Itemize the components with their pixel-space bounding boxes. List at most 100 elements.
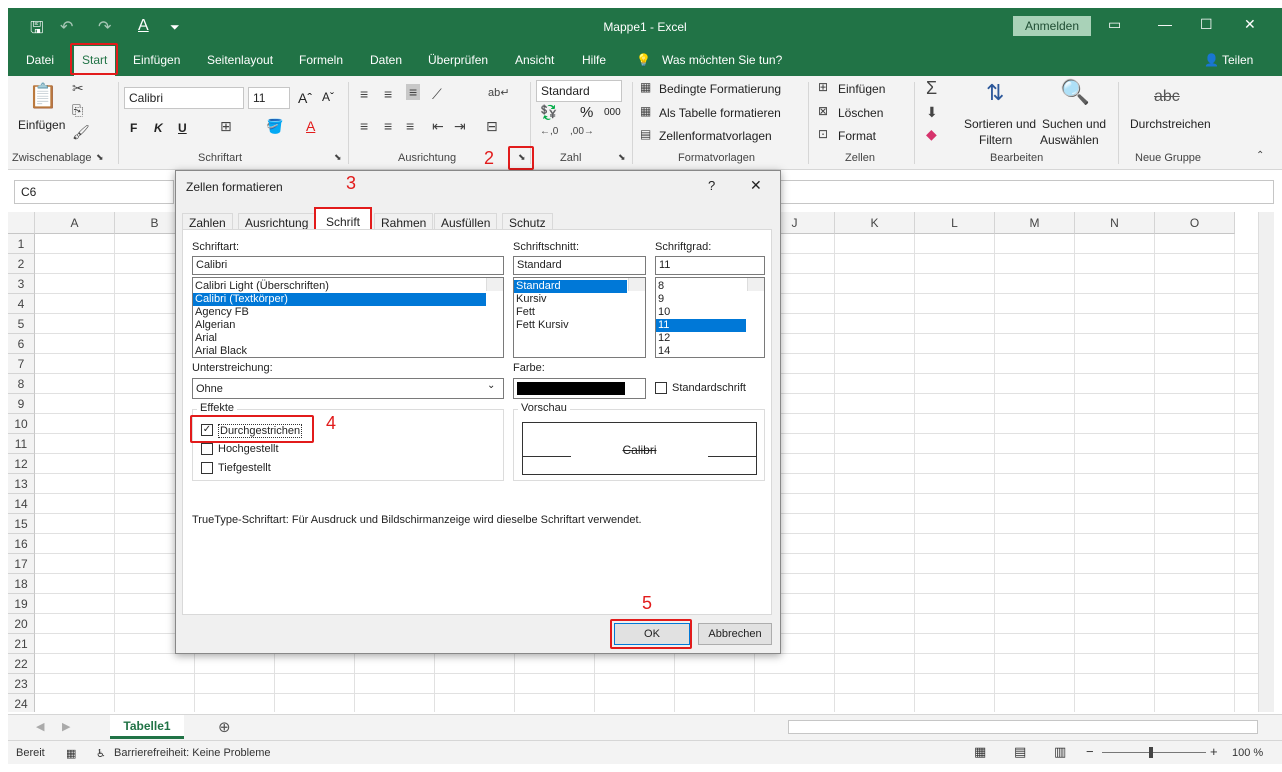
format-as-table-icon[interactable]: ▦ [640,104,651,118]
font-list[interactable]: Calibri Light (Überschriften) Calibri (T… [192,277,504,358]
close-icon[interactable]: ✕ [1244,16,1256,33]
row-header[interactable]: 20 [8,614,35,634]
row-header[interactable]: 4 [8,294,35,314]
row-header[interactable]: 9 [8,394,35,414]
accessibility-status[interactable]: Barrierefreiheit: Keine Probleme [114,747,271,759]
row-header[interactable]: 19 [8,594,35,614]
style-input[interactable]: Standard [513,256,646,275]
row-header[interactable]: 22 [8,654,35,674]
cell-styles-icon[interactable]: ▤ [640,127,651,141]
find-select-icon[interactable]: 🔍 [1060,78,1090,107]
autosum-icon[interactable]: Σ [926,78,937,99]
list-item[interactable]: 10 [656,306,764,319]
column-header[interactable]: O [1155,212,1235,234]
row-header[interactable]: 6 [8,334,35,354]
help-button[interactable]: ? [708,178,715,193]
tab-ansicht[interactable]: Ansicht [515,53,554,67]
list-item[interactable]: Arial [193,332,503,345]
font-size-box[interactable]: 11 [248,87,290,109]
column-header[interactable]: A [35,212,115,234]
conditional-format-button[interactable]: Bedingte Formatierung [659,82,781,96]
vertical-scrollbar[interactable] [1258,212,1274,712]
copy-icon[interactable]: ⎘ [72,102,83,119]
align-left-icon[interactable]: ≡ [360,118,368,134]
row-header[interactable]: 24 [8,694,35,712]
row-header[interactable]: 1 [8,234,35,254]
subscript-checkbox[interactable] [201,462,213,474]
align-right-icon[interactable]: ≡ [406,118,414,134]
border-icon[interactable]: ⊞ [220,118,232,135]
insert-cells-button[interactable]: Einfügen [838,82,885,96]
share-button[interactable]: Teilen [1222,53,1253,67]
default-font-checkbox[interactable] [655,382,667,394]
list-item-selected[interactable]: Standard [514,280,627,293]
row-header[interactable]: 13 [8,474,35,494]
align-center-icon[interactable]: ≡ [384,118,392,134]
superscript-checkbox[interactable] [201,443,213,455]
sort-filter-icon[interactable]: ⇅ [986,80,1004,106]
tab-einfuegen[interactable]: Einfügen [133,53,180,67]
normal-view-icon[interactable]: ▦ [974,744,986,760]
sheet-tab-tabelle1[interactable]: Tabelle1 [110,715,184,739]
wrap-text-icon[interactable]: ab↵ [488,86,509,99]
tab-daten[interactable]: Daten [370,53,402,67]
select-all-corner[interactable] [8,212,35,234]
dialog-close-icon[interactable]: ✕ [750,177,762,194]
row-header[interactable]: 7 [8,354,35,374]
column-header[interactable]: L [915,212,995,234]
collapse-ribbon-icon[interactable]: ⌃ [1256,150,1264,161]
row-header[interactable]: 8 [8,374,35,394]
size-list-scrollbar[interactable] [747,278,764,291]
add-sheet-icon[interactable]: ⊕ [218,718,231,736]
number-format-box[interactable]: Standard [536,80,622,102]
cancel-button[interactable]: Abbrechen [698,623,772,645]
list-item[interactable]: Arial Black [193,345,503,357]
list-item[interactable]: 12 [656,332,764,345]
list-item[interactable]: Kursiv [514,293,645,306]
sort-filter-button[interactable]: Sortieren und [964,117,1036,131]
decrease-decimal-icon[interactable]: ,00→ [570,126,594,137]
row-header[interactable]: 12 [8,454,35,474]
accounting-icon[interactable]: 💱 [540,104,557,121]
increase-indent-icon[interactable]: ⇥ [454,118,466,135]
clear-icon[interactable]: ◆ [926,126,937,143]
list-item[interactable]: Agency FB [193,306,503,319]
tab-ueberpruefen[interactable]: Überprüfen [428,53,488,67]
strikethrough-button[interactable]: Durchstreichen [1130,117,1211,131]
row-header[interactable]: 16 [8,534,35,554]
list-item[interactable]: 14 [656,345,764,357]
align-middle-icon[interactable]: ≡ [384,86,392,102]
minimize-icon[interactable]: — [1158,16,1172,32]
tab-formeln[interactable]: Formeln [299,53,343,67]
row-header[interactable]: 21 [8,634,35,654]
zoom-slider[interactable] [1102,752,1206,753]
fill-color-icon[interactable]: 🪣 [266,118,283,135]
tell-me-box[interactable]: Was möchten Sie tun? [662,53,782,67]
paste-icon[interactable]: 📋 [28,82,58,111]
column-header[interactable]: K [835,212,915,234]
row-header[interactable]: 17 [8,554,35,574]
size-list[interactable]: 8 9 10 11 12 14 [655,277,765,358]
insert-cells-icon[interactable]: ⊞ [818,80,828,94]
delete-cells-button[interactable]: Löschen [838,106,883,120]
underline-select[interactable]: Ohne [192,378,504,399]
font-list-scrollbar[interactable] [486,278,503,291]
italic-button[interactable]: K [154,121,163,135]
paste-button[interactable]: Einfügen [18,118,65,132]
list-item[interactable]: Fett [514,306,645,319]
tab-hilfe[interactable]: Hilfe [582,53,606,67]
zoom-out-icon[interactable]: − [1086,744,1094,759]
decrease-indent-icon[interactable]: ⇤ [432,118,444,135]
align-top-icon[interactable]: ≡ [360,86,368,102]
row-header[interactable]: 2 [8,254,35,274]
color-select[interactable] [513,378,646,399]
list-item[interactable]: Calibri Light (Überschriften) [193,280,503,293]
clipboard-launcher-icon[interactable]: ⬊ [96,152,104,163]
row-header[interactable]: 10 [8,414,35,434]
delete-cells-icon[interactable]: ⊠ [818,104,828,118]
row-header[interactable]: 5 [8,314,35,334]
cell-styles-button[interactable]: Zellenformatvorlagen [659,129,772,143]
row-header[interactable]: 3 [8,274,35,294]
zoom-slider-thumb[interactable] [1149,747,1153,758]
row-header[interactable]: 14 [8,494,35,514]
